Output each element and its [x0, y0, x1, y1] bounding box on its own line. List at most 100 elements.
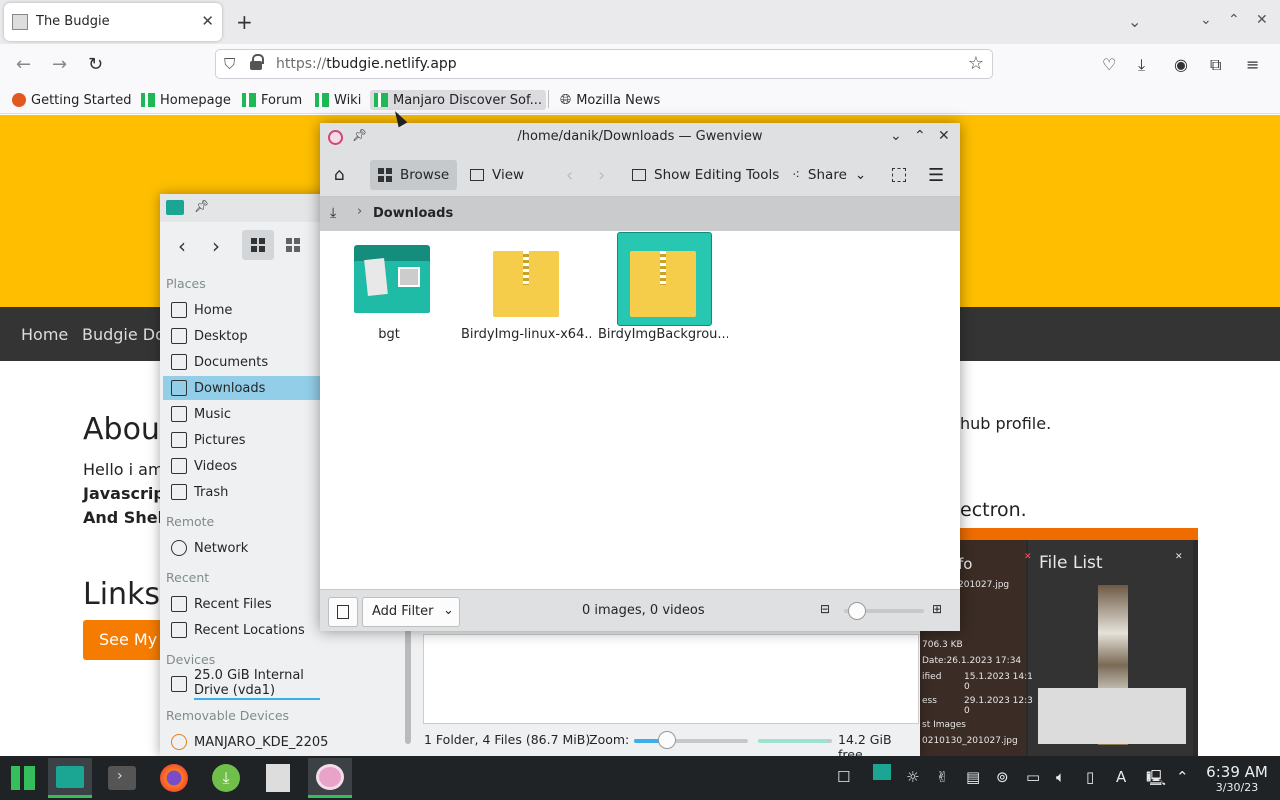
expand-tray-icon[interactable]: ⌃: [1176, 768, 1189, 786]
add-filter-dropdown[interactable]: Add Filter ⌄: [362, 597, 460, 627]
task-archive-manager[interactable]: [256, 758, 300, 798]
place-trash[interactable]: Trash: [163, 480, 320, 504]
download-icon[interactable]: ⤓: [330, 205, 336, 221]
lock-icon[interactable]: [250, 54, 264, 70]
address-bar[interactable]: ⛉ https://tbudgie.netlify.app ☆: [215, 49, 993, 79]
pager-icon[interactable]: [873, 764, 891, 780]
volume-icon[interactable]: 🔈︎: [1056, 768, 1065, 786]
thumbnail-folder[interactable]: bgt: [324, 231, 454, 351]
recent-locations-icon: [171, 622, 187, 638]
bookmark-homepage[interactable]: Homepage: [141, 90, 231, 110]
next-button[interactable]: ›: [590, 160, 613, 190]
logo-gap: [20, 766, 24, 790]
downloads-icon[interactable]: ⤓: [1138, 55, 1145, 75]
extensions-icon[interactable]: ⧉: [1210, 55, 1221, 75]
pin-icon[interactable]: 📌︎: [194, 199, 209, 213]
maximize-icon[interactable]: ⌃: [1228, 12, 1240, 28]
pocket-icon[interactable]: ♡: [1102, 55, 1116, 74]
place-music[interactable]: Music: [163, 402, 320, 426]
icons-view-button[interactable]: [242, 230, 274, 260]
thumbnail-archive[interactable]: BirdyImg-linux-x64...: [461, 231, 591, 351]
home-icon: [171, 302, 187, 318]
close-tab-icon[interactable]: ✕: [201, 12, 214, 30]
toggle-sidebar-button[interactable]: [328, 597, 358, 627]
free-space-bar: [758, 739, 832, 743]
bookmark-mozilla-news[interactable]: 🌐︎ Mozilla News: [560, 90, 660, 110]
url-text[interactable]: https://tbudgie.netlify.app: [276, 56, 457, 72]
keyboard-layout-icon[interactable]: A: [1116, 768, 1126, 786]
place-downloads[interactable]: Downloads: [163, 376, 320, 400]
tracking-shield-icon[interactable]: ⛉: [224, 55, 235, 73]
device-manjaro-usb[interactable]: MANJARO_KDE_2205: [163, 730, 328, 754]
show-desktop-icon[interactable]: ☐: [837, 768, 850, 786]
info-line: ess: [922, 696, 937, 706]
show-editing-tools-button[interactable]: Show Editing Tools: [624, 160, 787, 190]
minimize-icon[interactable]: ⌄: [1200, 12, 1212, 28]
bookmark-star-icon[interactable]: ☆: [968, 53, 984, 74]
zoom-in-icon[interactable]: ⊞: [932, 602, 942, 616]
site-nav-home[interactable]: Home: [21, 325, 68, 344]
place-documents[interactable]: Documents: [163, 350, 320, 374]
list-tabs-icon[interactable]: ⌄: [1128, 12, 1141, 31]
thumbnail-size-handle[interactable]: [848, 602, 866, 620]
share-button[interactable]: ⁖ Share ⌄: [784, 160, 874, 190]
application-launcher[interactable]: [0, 758, 44, 798]
menu-icon[interactable]: ≡: [1246, 55, 1259, 74]
minimize-icon[interactable]: ⌄: [890, 128, 902, 144]
fullscreen-button[interactable]: [884, 160, 914, 190]
task-dolphin[interactable]: [48, 758, 92, 798]
zoom-slider-handle[interactable]: [658, 731, 676, 749]
place-recent-locations[interactable]: Recent Locations: [163, 618, 320, 642]
task-firefox[interactable]: [152, 758, 196, 798]
clock-time: 6:39 AM: [1206, 763, 1268, 781]
digital-clock[interactable]: 6:39 AM 3/30/23: [1200, 763, 1274, 794]
usb-device-icon[interactable]: ▯: [1086, 768, 1094, 786]
account-icon[interactable]: ◉: [1174, 55, 1188, 74]
device-internal-drive[interactable]: 25.0 GiB Internal Drive (vda1): [163, 668, 320, 700]
new-tab-icon[interactable]: +: [236, 10, 253, 34]
file-view-area[interactable]: [423, 634, 919, 724]
browse-button[interactable]: Browse: [370, 160, 458, 190]
bookmark-manjaro-discover[interactable]: Manjaro Discover Sof...: [370, 90, 547, 110]
previous-button[interactable]: ‹: [558, 160, 581, 190]
archive-icon: [266, 764, 290, 792]
place-pictures[interactable]: Pictures: [163, 428, 320, 452]
zoom-out-icon[interactable]: ⊟: [820, 602, 830, 616]
share-icon: ⁖: [792, 167, 800, 183]
disk-icon[interactable]: ▭: [1026, 768, 1040, 786]
forward-icon[interactable]: ›: [212, 234, 220, 258]
task-gwenview[interactable]: [308, 758, 352, 798]
notifications-icon[interactable]: ☼: [906, 768, 919, 786]
clipboard-icon[interactable]: ▤: [966, 768, 980, 786]
kde-connect-icon[interactable]: ✌: [936, 768, 949, 786]
reload-icon[interactable]: ↻: [88, 54, 103, 75]
bookmark-getting-started[interactable]: Getting Started: [12, 90, 132, 110]
close-icon[interactable]: ✕: [938, 128, 950, 144]
task-installer[interactable]: ⤓: [204, 758, 248, 798]
close-window-icon[interactable]: ✕: [1256, 12, 1268, 28]
task-terminal[interactable]: ›: [100, 758, 144, 798]
bookmark-wiki[interactable]: Wiki: [315, 90, 361, 110]
thumbnail-archive-selected[interactable]: BirdyImgBackgrou...: [598, 231, 728, 351]
zoom-slider[interactable]: [634, 739, 748, 743]
start-page-button[interactable]: ⌂: [326, 160, 353, 190]
forward-icon[interactable]: →: [52, 54, 67, 75]
place-home[interactable]: Home: [163, 298, 320, 322]
place-recent-files[interactable]: Recent Files: [163, 592, 320, 616]
browser-tab[interactable]: The Budgie ✕: [4, 3, 222, 41]
breadcrumb-downloads[interactable]: Downloads: [373, 206, 453, 221]
place-videos[interactable]: Videos: [163, 454, 320, 478]
network-icon[interactable]: 🖳︎: [1146, 768, 1166, 793]
place-desktop[interactable]: Desktop: [163, 324, 320, 348]
site-nav-budgie-docs[interactable]: Budgie Do: [82, 325, 165, 344]
details-view-icon[interactable]: [286, 238, 300, 252]
place-network[interactable]: Network: [163, 536, 320, 560]
view-button[interactable]: View: [462, 160, 532, 190]
back-icon[interactable]: ‹: [178, 234, 186, 258]
back-icon[interactable]: ←: [16, 54, 31, 75]
updates-icon[interactable]: ⊚: [996, 768, 1009, 786]
maximize-icon[interactable]: ⌃: [914, 128, 926, 144]
bookmark-forum[interactable]: Forum: [242, 90, 302, 110]
hamburger-menu-button[interactable]: ☰: [920, 160, 952, 190]
chevron-right-icon: ›: [598, 164, 606, 186]
